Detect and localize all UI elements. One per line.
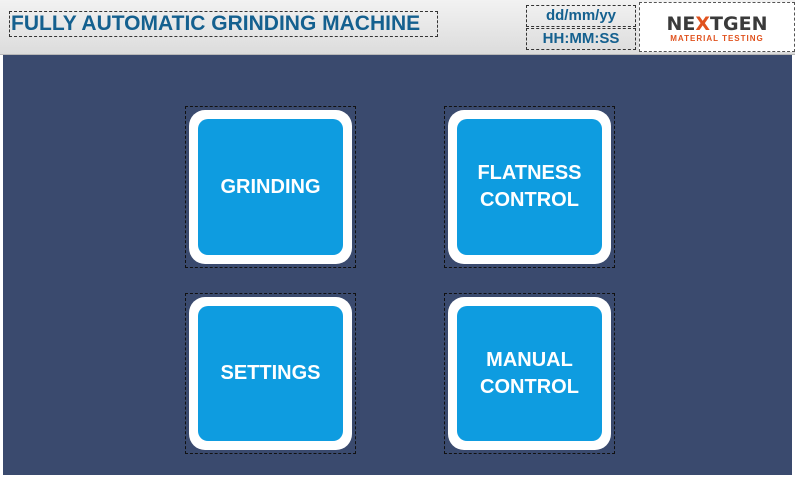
date-display: dd/mm/yy — [526, 5, 636, 27]
settings-button-border: SETTINGS — [189, 297, 352, 450]
flatness-control-button-label: FLATNESS CONTROL — [477, 162, 582, 211]
manual-control-button-label: MANUAL CONTROL — [480, 348, 579, 398]
company-logo: NEXTGEN MATERIAL TESTING — [639, 2, 795, 52]
grinding-button-frame: GRINDING — [185, 106, 356, 268]
time-display: HH:MM:SS — [526, 28, 636, 50]
settings-button-frame: SETTINGS — [185, 293, 356, 454]
logo-wordmark-right: TGEN — [710, 13, 768, 35]
header-bar: FULLY AUTOMATIC GRINDING MACHINE dd/mm/y… — [0, 0, 795, 55]
grinding-button-border: GRINDING — [189, 110, 352, 264]
logo-wordmark: NEXTGEN — [640, 14, 794, 34]
flatness-control-button-border: FLATNESS CONTROL — [448, 110, 611, 264]
flatness-control-button[interactable]: FLATNESS CONTROL — [457, 119, 602, 255]
main-menu-panel — [3, 55, 792, 475]
manual-control-button-border: MANUAL CONTROL — [448, 297, 611, 450]
page-title: FULLY AUTOMATIC GRINDING MACHINE — [9, 11, 438, 37]
settings-button-label: SETTINGS — [220, 362, 321, 384]
grinding-button[interactable]: GRINDING — [198, 119, 343, 255]
manual-control-button[interactable]: MANUAL CONTROL — [457, 306, 602, 441]
settings-button[interactable]: SETTINGS — [198, 306, 343, 441]
logo-wordmark-left: NE — [666, 13, 696, 35]
logo-subtitle: MATERIAL TESTING — [670, 34, 764, 43]
manual-control-button-frame: MANUAL CONTROL — [444, 293, 615, 454]
flatness-control-button-frame: FLATNESS CONTROL — [444, 106, 615, 268]
logo-wordmark-x: X — [695, 13, 711, 35]
grinding-button-label: GRINDING — [220, 175, 321, 198]
